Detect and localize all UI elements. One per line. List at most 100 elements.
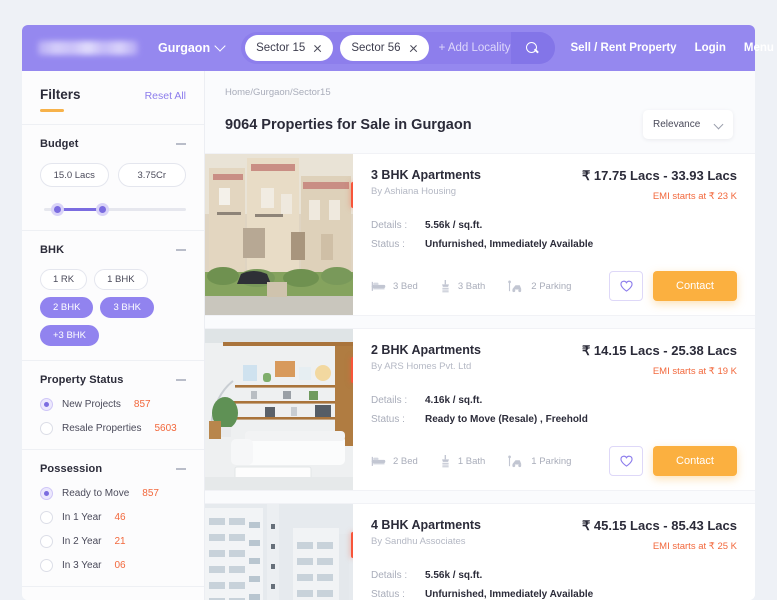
bed-icon [371, 456, 386, 466]
bhk-chip-1bhk[interactable]: 1 BHK [94, 269, 148, 290]
search-icon [526, 41, 539, 55]
property-photo[interactable] [205, 329, 353, 490]
amenity-bed: 2 Bed [371, 455, 418, 467]
results-panel: Home/Gurgaon/Sector15 9064 Properties fo… [205, 71, 755, 600]
filter-section-bhk: BHK 1 RK 1 BHK 2 BHK 3 BHK +3 BHK [22, 230, 204, 360]
bath-icon [441, 279, 449, 292]
bhk-chip-3plus[interactable]: +3 BHK [40, 325, 100, 346]
add-locality-input[interactable]: + Add Locality [436, 42, 511, 54]
radio-in-1-year[interactable]: In 1 Year 46 [40, 511, 186, 524]
bed-label: 2 Bed [393, 455, 418, 467]
amenity-bath: 3 Bath [440, 279, 486, 293]
bhk-chip-2bhk[interactable]: 2 BHK [40, 297, 94, 318]
minus-icon[interactable] [176, 468, 186, 470]
sell-rent-property-link[interactable]: Sell / Rent Property [571, 42, 677, 54]
filter-section-property-status: Property Status New Projects 857 Resale … [22, 360, 204, 449]
minus-icon[interactable] [176, 143, 186, 145]
bhk-chip-1rk[interactable]: 1 RK [40, 269, 88, 290]
amenity-parking: 1 Parking [507, 454, 571, 468]
radio-label: Ready to Move [62, 488, 130, 499]
slider-handle-min[interactable] [51, 203, 64, 216]
radio-dot [40, 511, 53, 524]
section-title: Budget [40, 138, 79, 150]
property-photo[interactable] [205, 154, 353, 315]
filter-section-budget: Budget 15.0 Lacs 3.75Cr [22, 124, 204, 230]
menu-button[interactable]: Menu [744, 42, 777, 54]
status-label: Status : [371, 239, 405, 250]
minus-icon[interactable] [176, 379, 186, 381]
filters-sidebar: Filters Reset All Budget 15.0 Lacs 3.75C… [22, 71, 205, 600]
radio-dot [40, 535, 53, 548]
minus-icon[interactable] [176, 249, 186, 251]
amenities: 2 Bed 1 Bath 1 Parking [371, 454, 571, 468]
radio-label: New Projects [62, 399, 121, 410]
property-name[interactable]: 3 BHK Apartments [371, 168, 481, 182]
property-price: ₹ 45.15 Lacs - 85.43 Lacs [582, 518, 737, 533]
parking-icon [508, 454, 522, 467]
card-actions: Contact [609, 446, 737, 476]
contact-button[interactable]: Contact [653, 271, 737, 301]
filters-title: Filters [40, 87, 81, 102]
property-card[interactable]: 4 BHK Apartments By Sandhu Associates ₹ … [205, 503, 755, 600]
radio-label: Resale Properties [62, 423, 142, 434]
property-emi: EMI starts at ₹ 25 K [652, 541, 737, 552]
details-label: Details : [371, 395, 408, 406]
breadcrumb[interactable]: Home/Gurgaon/Sector15 [225, 87, 733, 98]
header-nav: Sell / Rent Property Login Menu [571, 42, 777, 54]
brand-logo[interactable] [38, 41, 138, 55]
slider-handle-max[interactable] [96, 203, 109, 216]
radio-count: 857 [142, 488, 159, 499]
filters-header: Filters Reset All [22, 71, 204, 124]
property-list: 3 BHK Apartments By Ashiana Housing ₹ 17… [205, 153, 755, 600]
property-name[interactable]: 2 BHK Apartments [371, 343, 481, 357]
property-builder: By Sandhu Associates [371, 536, 466, 547]
budget-max-input[interactable]: 3.75Cr [117, 163, 186, 187]
property-price: ₹ 17.75 Lacs - 33.93 Lacs [582, 168, 737, 183]
title-underline [40, 109, 64, 112]
favorite-button[interactable] [609, 271, 643, 301]
property-card[interactable]: 3 BHK Apartments By Ashiana Housing ₹ 17… [205, 153, 755, 316]
favorite-button[interactable] [609, 446, 643, 476]
property-name[interactable]: 4 BHK Apartments [371, 518, 481, 532]
budget-min-input[interactable]: 15.0 Lacs [40, 163, 109, 187]
bed-icon [371, 281, 386, 291]
bath-label: 3 Bath [457, 280, 486, 292]
bhk-chip-3bhk[interactable]: 3 BHK [100, 297, 154, 318]
radio-resale-properties[interactable]: Resale Properties 5603 [40, 422, 186, 435]
city-label: Gurgaon [158, 41, 211, 55]
sort-dropdown[interactable]: Relevance [643, 110, 733, 139]
radio-in-3-year[interactable]: In 3 Year 06 [40, 559, 186, 572]
radio-count: 21 [114, 536, 126, 547]
radio-label: In 2 Year [62, 536, 102, 547]
city-selector[interactable]: Gurgaon [158, 41, 225, 55]
property-photo[interactable] [205, 504, 353, 600]
exterior-highrise-image [205, 504, 353, 600]
close-icon[interactable] [313, 44, 322, 53]
locality-pill-1[interactable]: Sector 15 [245, 35, 334, 61]
radio-ready-to-move[interactable]: Ready to Move 857 [40, 487, 186, 500]
locality-pill-2[interactable]: Sector 56 [340, 35, 429, 61]
contact-button[interactable]: Contact [653, 446, 737, 476]
chevron-down-icon [715, 121, 723, 129]
amenity-bed: 3 Bed [371, 280, 418, 292]
reset-all-button[interactable]: Reset All [145, 90, 186, 102]
close-icon[interactable] [409, 44, 418, 53]
property-builder: By ARS Homes Pvt. Ltd [371, 361, 472, 372]
details-label: Details : [371, 220, 408, 231]
login-link[interactable]: Login [695, 42, 726, 54]
locality-pill-label: Sector 15 [256, 42, 306, 54]
radio-in-2-year[interactable]: In 2 Year 21 [40, 535, 186, 548]
exterior-townhouse-image [205, 154, 353, 315]
radio-dot [40, 398, 53, 411]
budget-range-slider[interactable] [40, 202, 186, 216]
property-info: 3 BHK Apartments By Ashiana Housing ₹ 17… [353, 154, 755, 315]
bath-icon [441, 454, 449, 467]
radio-count: 46 [114, 512, 126, 523]
property-card[interactable]: 2 BHK Apartments By ARS Homes Pvt. Ltd ₹… [205, 328, 755, 491]
property-emi: EMI starts at ₹ 23 K [652, 191, 737, 202]
section-title: Possession [40, 463, 103, 475]
radio-new-projects[interactable]: New Projects 857 [40, 398, 186, 411]
search-button[interactable] [510, 32, 555, 64]
menu-label[interactable]: Menu [744, 42, 774, 54]
heart-icon [619, 280, 633, 292]
